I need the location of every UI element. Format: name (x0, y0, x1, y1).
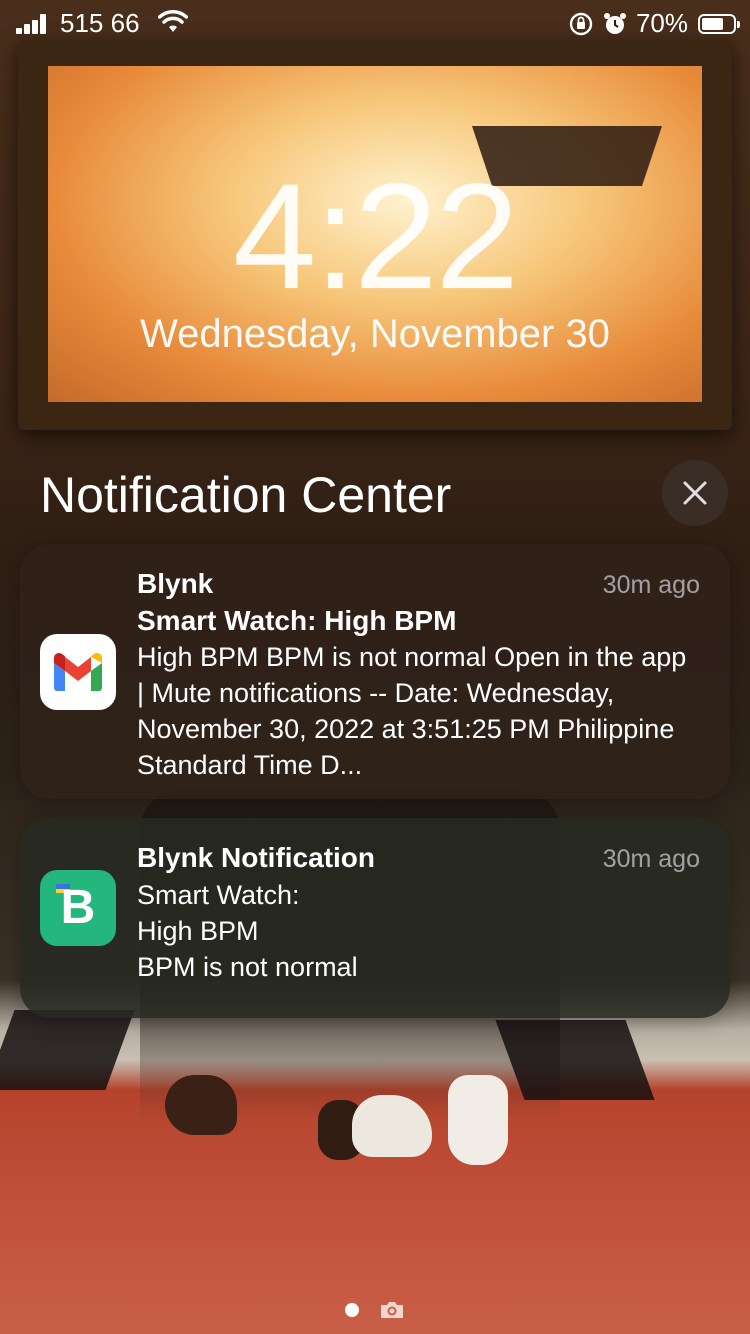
orientation-lock-icon (569, 12, 593, 35)
carrier-label: 515 66 (60, 8, 140, 38)
notification-line: High BPM (137, 916, 259, 946)
wifi-icon (158, 10, 188, 32)
close-icon (683, 481, 707, 505)
notification-center-title: Notification Center (40, 467, 452, 523)
notification-time: 30m ago (602, 571, 700, 599)
battery-icon (698, 13, 740, 34)
page-dot (345, 1303, 359, 1317)
notification-line: BPM is not normal (137, 952, 358, 982)
blynk-icon: B (40, 870, 116, 946)
alarm-icon (603, 12, 626, 34)
blynk-icon-letter: B (60, 881, 96, 934)
status-bar: 515 66 70% (0, 0, 750, 48)
notification-body: High BPM BPM is not normal Open in the a… (137, 642, 687, 780)
notification-title: Smart Watch: High BPM (137, 605, 457, 636)
notification-card[interactable]: B Blynk Notification 30m ago Smart Watch… (20, 818, 730, 1018)
lockscreen-date: Wednesday, November 30 (140, 312, 610, 356)
battery-percent: 70% (635, 8, 688, 38)
camera-icon[interactable] (379, 1300, 405, 1320)
lockscreen-page-indicators (0, 1300, 750, 1320)
notification-line: Smart Watch: (137, 880, 300, 910)
clear-notifications-button[interactable] (662, 460, 728, 526)
cellular-signal-icon (16, 14, 50, 34)
notification-time: 30m ago (602, 845, 700, 873)
notification-app-name: Blynk Notification (137, 842, 376, 873)
lockscreen-time: 4:22 (233, 152, 520, 321)
gmail-icon (40, 634, 116, 710)
battery-level (702, 17, 723, 30)
notification-app-name: Blynk (137, 568, 214, 599)
notification-card[interactable]: Blynk 30m ago Smart Watch: High BPM High… (20, 544, 730, 799)
